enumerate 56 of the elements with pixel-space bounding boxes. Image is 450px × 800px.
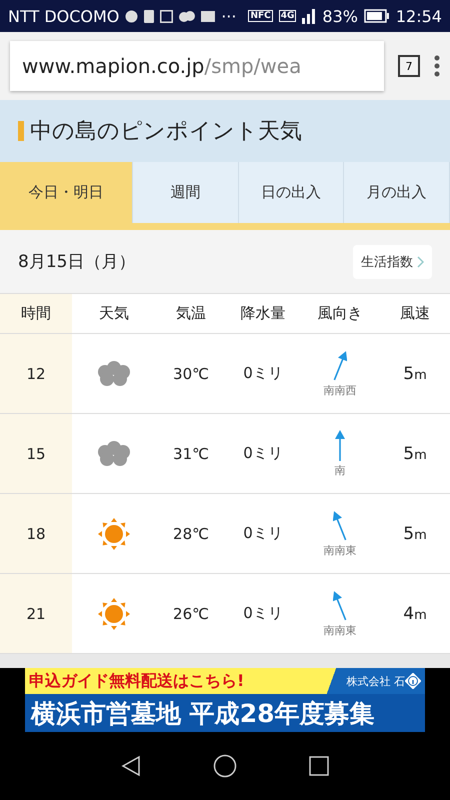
date-label: 8月15日（月） bbox=[18, 251, 136, 273]
time-cell: 12 bbox=[26, 364, 46, 382]
battery-icon bbox=[364, 9, 390, 23]
time-cell: 18 bbox=[26, 524, 46, 542]
rain-cell: 0ミリ bbox=[243, 524, 283, 543]
column-header: 時間 bbox=[21, 304, 51, 323]
network-label: 4G bbox=[278, 10, 296, 22]
wind-speed-cell: 4m bbox=[403, 604, 427, 624]
url-field[interactable]: www.mapion.co.jp/smp/wea bbox=[10, 41, 384, 91]
image-notification-icon bbox=[160, 10, 174, 22]
battery-percent: 83% bbox=[322, 6, 358, 26]
wind-direction: 南南東 bbox=[324, 623, 356, 638]
column-header: 気温 bbox=[176, 304, 206, 323]
wind-direction: 南南東 bbox=[324, 543, 356, 558]
rain-cell: 0ミリ bbox=[243, 364, 283, 383]
ad-banner[interactable]: 申込ガイド無料配送はこちら! 株式会社 石 横浜市営墓地 平成28年度募集 bbox=[25, 668, 425, 732]
menu-icon[interactable] bbox=[434, 55, 440, 77]
tab[interactable]: 今日・明日 bbox=[0, 162, 133, 223]
ad-company: 株式会社 石 bbox=[346, 674, 405, 688]
title-marker bbox=[18, 121, 24, 141]
temperature-cell: 28℃ bbox=[173, 524, 209, 542]
time-cell: 21 bbox=[26, 604, 46, 622]
rain-cell: 0ミリ bbox=[243, 444, 283, 463]
wind-speed-cell: 5m bbox=[403, 444, 427, 464]
wind-speed-cell: 5m bbox=[403, 524, 427, 544]
more-notifications: ··· bbox=[221, 6, 236, 26]
signal-icon bbox=[302, 8, 316, 24]
page-title: 中の島のピンポイント天気 bbox=[30, 118, 302, 146]
ad-headline: 申込ガイド無料配送はこちら! bbox=[29, 670, 246, 692]
temperature-cell: 31℃ bbox=[173, 444, 209, 462]
tab-count-button[interactable]: 7 bbox=[398, 55, 420, 77]
back-icon[interactable] bbox=[121, 755, 141, 777]
tab[interactable]: 月の出入 bbox=[344, 162, 450, 223]
column-header: 降水量 bbox=[240, 304, 286, 323]
info-icon[interactable] bbox=[405, 673, 421, 689]
column-header: 風向き bbox=[318, 304, 362, 323]
clock: 12:54 bbox=[396, 6, 442, 26]
temperature-cell: 30℃ bbox=[173, 364, 209, 382]
temperature-cell: 26℃ bbox=[173, 604, 209, 622]
recents-icon[interactable] bbox=[309, 756, 329, 776]
tab[interactable]: 日の出入 bbox=[238, 162, 344, 223]
chevron-icon bbox=[417, 256, 424, 268]
ad-title: 横浜市営墓地 平成28年度募集 bbox=[25, 694, 425, 732]
rain-cell: 0ミリ bbox=[243, 604, 283, 623]
wind-direction: 南 bbox=[334, 463, 346, 478]
wind-direction: 南南西 bbox=[324, 383, 356, 398]
tab[interactable]: 週間 bbox=[133, 162, 239, 223]
nfc-label: NFC bbox=[248, 10, 273, 22]
column-header: 風速 bbox=[400, 304, 430, 323]
cloud-notification-icon bbox=[179, 10, 196, 22]
carrier-name: NTT DOCOMO bbox=[8, 6, 120, 26]
column-header: 天気 bbox=[99, 304, 129, 323]
home-icon[interactable] bbox=[213, 754, 237, 778]
time-cell: 15 bbox=[26, 444, 46, 462]
wind-speed-cell: 5m bbox=[403, 364, 427, 384]
life-index-button[interactable]: 生活指数 bbox=[353, 244, 432, 278]
